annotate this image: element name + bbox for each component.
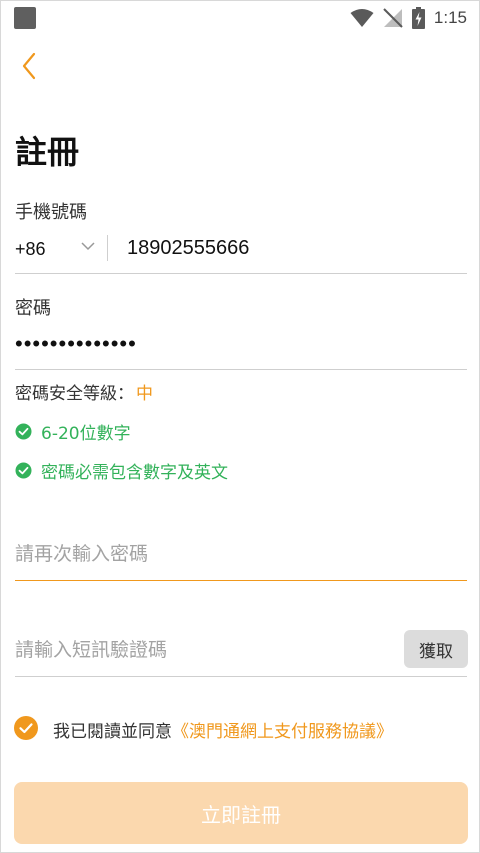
chevron-down-icon xyxy=(81,242,95,251)
status-icons: 1:15 xyxy=(350,6,467,30)
register-button[interactable]: 立即註冊 xyxy=(14,782,468,844)
wifi-icon xyxy=(350,9,374,27)
agreement-text: 我已閱讀並同意《澳門通網上支付服務協議》 xyxy=(53,717,393,742)
password-underline xyxy=(15,369,467,370)
password-label: 密碼 xyxy=(15,298,51,319)
back-button[interactable] xyxy=(17,49,47,85)
battery-charging-icon xyxy=(411,7,425,29)
phone-divider xyxy=(107,235,108,261)
phone-input[interactable] xyxy=(127,231,457,265)
check-circle-icon xyxy=(15,462,32,479)
agreement-checkbox[interactable] xyxy=(14,716,38,740)
rule-composition-text: 密碼必需包含數字及英文 xyxy=(41,463,228,483)
status-time: 1:15 xyxy=(433,8,467,27)
sms-code-input[interactable] xyxy=(15,633,385,667)
rule-length-text: 6-20位數字 xyxy=(41,424,131,444)
checked-circle-icon xyxy=(14,716,38,740)
page-title: 註冊 xyxy=(15,133,80,171)
rule-composition: 密碼必需包含數字及英文 xyxy=(15,458,228,483)
sms-code-underline xyxy=(15,676,467,677)
confirm-password-underline xyxy=(15,580,467,581)
strength-label: 密碼安全等級： xyxy=(15,384,134,404)
password-input[interactable] xyxy=(15,329,455,359)
agreement-link[interactable]: 《澳門通網上支付服務協議》 xyxy=(172,722,393,742)
check-circle-icon xyxy=(15,423,32,440)
phone-underline xyxy=(15,273,467,274)
status-bar: 1:15 xyxy=(1,1,479,35)
chevron-left-icon xyxy=(22,52,36,80)
get-code-button[interactable]: 獲取 xyxy=(404,630,468,668)
agreement-prefix: 我已閱讀並同意 xyxy=(53,722,172,742)
rule-length: 6-20位數字 xyxy=(15,419,131,444)
notification-icon xyxy=(14,7,36,29)
strength-value: 中 xyxy=(136,384,153,404)
password-strength: 密碼安全等級：中 xyxy=(15,379,153,404)
country-code: +86 xyxy=(15,238,46,259)
country-code-selector[interactable]: +86 xyxy=(15,235,105,263)
phone-label: 手機號碼 xyxy=(15,202,87,223)
confirm-password-input[interactable] xyxy=(15,537,455,571)
no-signal-icon xyxy=(383,8,403,28)
